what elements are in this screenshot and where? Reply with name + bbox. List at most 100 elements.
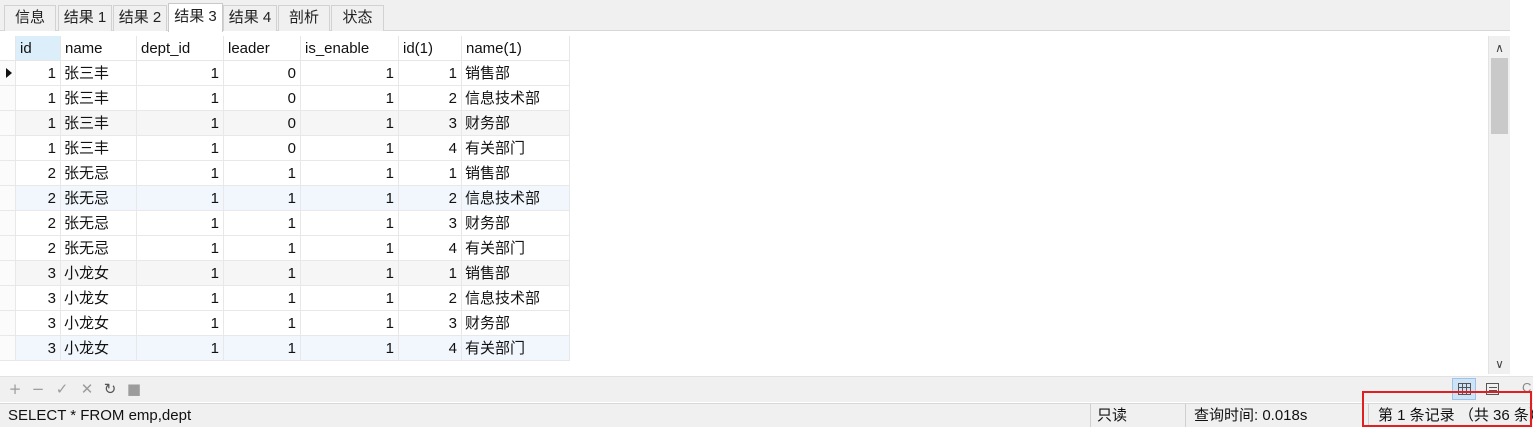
table-cell-id[interactable]: 3 bbox=[16, 336, 61, 361]
table-row[interactable]: 1 张三丰 1 0 1 2 信息技术部 bbox=[0, 86, 570, 111]
table-cell-leader[interactable]: 1 bbox=[224, 336, 301, 361]
table-cell-name[interactable]: 小龙女 bbox=[61, 286, 137, 311]
table-cell-id[interactable]: 2 bbox=[16, 211, 61, 236]
table-cell-id[interactable]: 1 bbox=[16, 136, 61, 161]
table-cell-leader[interactable]: 1 bbox=[224, 211, 301, 236]
table-cell-id1[interactable]: 2 bbox=[399, 86, 462, 111]
table-cell-dept_id[interactable]: 1 bbox=[137, 236, 224, 261]
table-cell-leader[interactable]: 0 bbox=[224, 61, 301, 86]
table-cell-leader[interactable]: 1 bbox=[224, 161, 301, 186]
column-header[interactable]: leader bbox=[224, 36, 301, 61]
table-cell-name[interactable]: 张三丰 bbox=[61, 111, 137, 136]
table-cell-name1[interactable]: 有关部门 bbox=[462, 336, 570, 361]
table-cell-leader[interactable]: 0 bbox=[224, 111, 301, 136]
table-cell-is_enable[interactable]: 1 bbox=[301, 211, 399, 236]
tab-3[interactable]: 结果 3 bbox=[168, 3, 223, 32]
table-cell-dept_id[interactable]: 1 bbox=[137, 136, 224, 161]
table-cell-leader[interactable]: 1 bbox=[224, 236, 301, 261]
table-cell-id1[interactable]: 3 bbox=[399, 311, 462, 336]
table-cell-name[interactable]: 张无忌 bbox=[61, 236, 137, 261]
tab-2[interactable]: 结果 2 bbox=[113, 5, 167, 31]
scroll-thumb[interactable] bbox=[1491, 58, 1508, 134]
row-indicator[interactable] bbox=[0, 111, 16, 136]
table-row[interactable]: 1 张三丰 1 0 1 1 销售部 bbox=[0, 61, 570, 86]
table-row[interactable]: 2 张无忌 1 1 1 1 销售部 bbox=[0, 161, 570, 186]
table-cell-id[interactable]: 1 bbox=[16, 111, 61, 136]
table-cell-id1[interactable]: 4 bbox=[399, 236, 462, 261]
table-cell-id[interactable]: 3 bbox=[16, 261, 61, 286]
table-cell-dept_id[interactable]: 1 bbox=[137, 111, 224, 136]
table-cell-id1[interactable]: 4 bbox=[399, 136, 462, 161]
column-header[interactable]: name(1) bbox=[462, 36, 570, 61]
table-cell-is_enable[interactable]: 1 bbox=[301, 336, 399, 361]
table-cell-dept_id[interactable]: 1 bbox=[137, 336, 224, 361]
table-cell-id1[interactable]: 2 bbox=[399, 286, 462, 311]
table-cell-is_enable[interactable]: 1 bbox=[301, 286, 399, 311]
row-indicator[interactable] bbox=[0, 286, 16, 311]
table-row[interactable]: 2 张无忌 1 1 1 4 有关部门 bbox=[0, 236, 570, 261]
table-cell-is_enable[interactable]: 1 bbox=[301, 111, 399, 136]
scroll-down-icon[interactable]: ∨ bbox=[1489, 354, 1510, 374]
tab-1[interactable]: 结果 1 bbox=[58, 5, 112, 31]
tab-4[interactable]: 结果 4 bbox=[223, 5, 277, 31]
table-cell-leader[interactable]: 1 bbox=[224, 261, 301, 286]
scroll-up-icon[interactable]: ∧ bbox=[1489, 38, 1510, 58]
table-cell-name[interactable]: 小龙女 bbox=[61, 311, 137, 336]
table-cell-name1[interactable]: 财务部 bbox=[462, 111, 570, 136]
table-cell-dept_id[interactable]: 1 bbox=[137, 186, 224, 211]
table-row[interactable]: 3 小龙女 1 1 1 4 有关部门 bbox=[0, 336, 570, 361]
table-row[interactable]: 1 张三丰 1 0 1 3 财务部 bbox=[0, 111, 570, 136]
row-indicator[interactable] bbox=[0, 261, 16, 286]
table-cell-id[interactable]: 1 bbox=[16, 61, 61, 86]
stop-icon[interactable]: ■ bbox=[124, 379, 144, 399]
x-icon[interactable]: ✕ bbox=[77, 379, 97, 399]
table-cell-id1[interactable]: 4 bbox=[399, 336, 462, 361]
table-cell-is_enable[interactable]: 1 bbox=[301, 261, 399, 286]
column-header[interactable]: name bbox=[61, 36, 137, 61]
row-indicator[interactable] bbox=[0, 211, 16, 236]
tab-6[interactable]: 状态 bbox=[331, 5, 384, 31]
table-row[interactable]: 3 小龙女 1 1 1 1 销售部 bbox=[0, 261, 570, 286]
table-cell-is_enable[interactable]: 1 bbox=[301, 236, 399, 261]
row-indicator[interactable] bbox=[0, 336, 16, 361]
table-cell-dept_id[interactable]: 1 bbox=[137, 161, 224, 186]
plus-icon[interactable]: + bbox=[5, 379, 25, 399]
table-cell-id1[interactable]: 3 bbox=[399, 211, 462, 236]
tab-0[interactable]: 信息 bbox=[4, 5, 56, 31]
table-cell-name[interactable]: 张无忌 bbox=[61, 161, 137, 186]
column-header[interactable]: is_enable bbox=[301, 36, 399, 61]
table-cell-name1[interactable]: 销售部 bbox=[462, 161, 570, 186]
row-indicator[interactable] bbox=[0, 311, 16, 336]
table-cell-id[interactable]: 3 bbox=[16, 311, 61, 336]
table-cell-leader[interactable]: 0 bbox=[224, 86, 301, 111]
table-cell-name[interactable]: 张无忌 bbox=[61, 211, 137, 236]
row-indicator[interactable] bbox=[0, 136, 16, 161]
table-cell-id1[interactable]: 1 bbox=[399, 61, 462, 86]
table-cell-name[interactable]: 张三丰 bbox=[61, 136, 137, 161]
table-row[interactable]: 3 小龙女 1 1 1 2 信息技术部 bbox=[0, 286, 570, 311]
table-cell-dept_id[interactable]: 1 bbox=[137, 86, 224, 111]
table-cell-is_enable[interactable]: 1 bbox=[301, 61, 399, 86]
table-cell-dept_id[interactable]: 1 bbox=[137, 211, 224, 236]
column-header[interactable]: dept_id bbox=[137, 36, 224, 61]
table-cell-dept_id[interactable]: 1 bbox=[137, 261, 224, 286]
row-indicator[interactable] bbox=[0, 236, 16, 261]
table-cell-name[interactable]: 小龙女 bbox=[61, 336, 137, 361]
column-header[interactable]: id(1) bbox=[399, 36, 462, 61]
table-cell-is_enable[interactable]: 1 bbox=[301, 136, 399, 161]
table-row[interactable]: 1 张三丰 1 0 1 4 有关部门 bbox=[0, 136, 570, 161]
table-cell-name1[interactable]: 有关部门 bbox=[462, 236, 570, 261]
refresh-icon[interactable]: ↻ bbox=[100, 379, 120, 399]
table-cell-dept_id[interactable]: 1 bbox=[137, 311, 224, 336]
table-cell-dept_id[interactable]: 1 bbox=[137, 61, 224, 86]
tab-5[interactable]: 剖析 bbox=[278, 5, 330, 31]
table-cell-name1[interactable]: 有关部门 bbox=[462, 136, 570, 161]
table-cell-leader[interactable]: 1 bbox=[224, 311, 301, 336]
row-indicator[interactable] bbox=[0, 86, 16, 111]
table-cell-name1[interactable]: 信息技术部 bbox=[462, 186, 570, 211]
check-icon[interactable]: ✓ bbox=[52, 379, 72, 399]
table-cell-leader[interactable]: 1 bbox=[224, 186, 301, 211]
table-cell-leader[interactable]: 0 bbox=[224, 136, 301, 161]
table-row[interactable]: 3 小龙女 1 1 1 3 财务部 bbox=[0, 311, 570, 336]
table-cell-is_enable[interactable]: 1 bbox=[301, 186, 399, 211]
